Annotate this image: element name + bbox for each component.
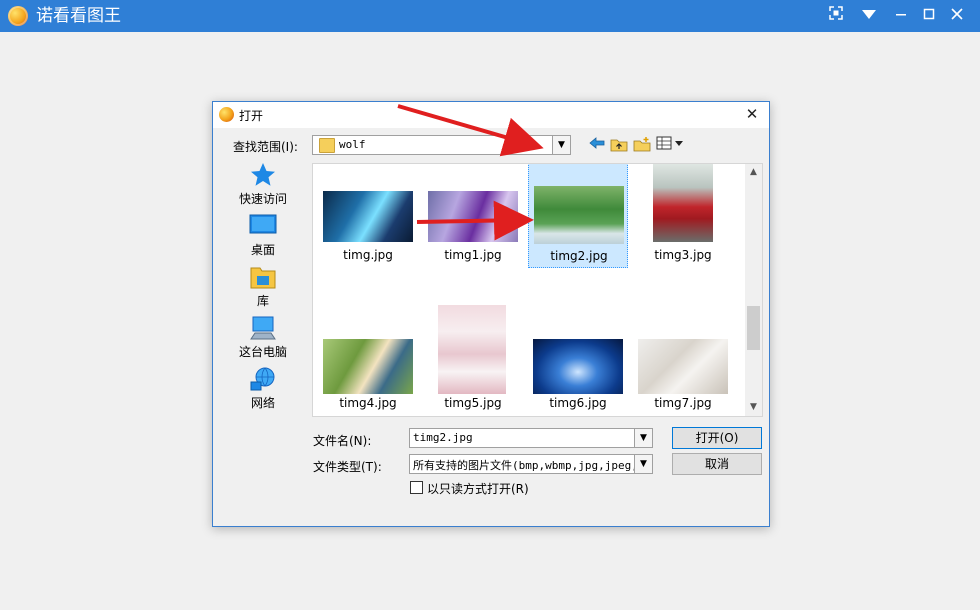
file-name: timg7.jpg	[654, 396, 712, 410]
open-file-dialog: 打开 ✕ 查找范围(I): wolf ▼ 快速访问 桌面 库 这台电脑 网络 t…	[212, 101, 770, 527]
place-label: 桌面	[250, 243, 275, 257]
chevron-down-icon[interactable]: ▼	[634, 455, 652, 473]
places-bar: 快速访问 桌面 库 这台电脑 网络	[227, 162, 299, 418]
place-libraries[interactable]: 库	[227, 264, 299, 312]
file-name: timg3.jpg	[654, 248, 712, 262]
image-thumbnail	[638, 339, 728, 394]
filename-label: 文件名(N):	[313, 434, 372, 448]
file-item-selected[interactable]: timg2.jpg	[528, 164, 628, 268]
readonly-checkbox[interactable]	[410, 481, 423, 494]
chevron-down-icon[interactable]: ▼	[634, 429, 652, 447]
lookin-label: 查找范围(I):	[233, 140, 298, 154]
desktop-icon	[249, 213, 277, 239]
place-this-pc[interactable]: 这台电脑	[227, 315, 299, 363]
back-icon[interactable]	[587, 136, 607, 154]
cancel-button[interactable]: 取消	[672, 453, 762, 475]
menu-dropdown-icon[interactable]	[858, 6, 880, 26]
image-thumbnail	[653, 164, 713, 242]
place-label: 这台电脑	[238, 345, 287, 359]
dialog-close-icon[interactable]: ✕	[743, 105, 761, 123]
filename-field[interactable]: timg2.jpg ▼	[409, 428, 653, 448]
file-item[interactable]: timg6.jpg	[528, 310, 628, 416]
place-label: 网络	[250, 396, 275, 410]
file-name: timg2.jpg	[550, 249, 608, 263]
new-folder-icon[interactable]	[632, 136, 652, 154]
image-thumbnail	[438, 305, 506, 394]
minimize-icon[interactable]	[890, 6, 912, 26]
dialog-titlebar: 打开 ✕	[213, 102, 769, 128]
lookin-dropdown[interactable]: wolf ▼	[312, 135, 571, 155]
app-titlebar: 诺看看图王	[0, 0, 980, 32]
file-item[interactable]: timg4.jpg	[318, 310, 418, 416]
fullscreen-icon[interactable]	[825, 6, 847, 26]
file-list-view[interactable]: timg.jpg timg1.jpg timg2.jpg timg3.jpg t…	[312, 163, 763, 417]
file-name: timg1.jpg	[444, 248, 502, 262]
place-label: 快速访问	[238, 192, 287, 206]
file-item[interactable]: timg1.jpg	[423, 164, 523, 268]
dialog-app-icon	[219, 107, 234, 122]
scroll-down-icon[interactable]: ▼	[745, 399, 762, 416]
maximize-icon[interactable]	[918, 6, 940, 26]
scroll-up-icon[interactable]: ▲	[745, 164, 762, 181]
file-item[interactable]: timg7.jpg	[633, 310, 733, 416]
image-thumbnail	[428, 191, 518, 242]
image-thumbnail	[323, 191, 413, 242]
file-name: timg4.jpg	[339, 396, 397, 410]
folder-icon	[319, 138, 335, 153]
place-network[interactable]: 网络	[227, 366, 299, 414]
image-thumbnail	[534, 186, 624, 244]
file-name: timg.jpg	[343, 248, 393, 262]
chevron-down-icon[interactable]: ▼	[552, 136, 570, 154]
image-thumbnail	[323, 339, 413, 394]
file-item[interactable]: timg3.jpg	[633, 164, 733, 268]
filename-value: timg2.jpg	[413, 431, 473, 444]
close-icon[interactable]	[946, 6, 968, 26]
app-title: 诺看看图王	[36, 6, 121, 26]
app-logo-icon	[8, 6, 28, 26]
network-globe-icon	[249, 366, 277, 392]
file-item[interactable]: timg5.jpg	[423, 305, 523, 416]
library-icon	[249, 264, 277, 290]
lookin-value: wolf	[339, 138, 366, 151]
place-label: 库	[256, 294, 269, 308]
image-thumbnail	[533, 339, 623, 394]
file-name: timg6.jpg	[549, 396, 607, 410]
up-folder-icon[interactable]	[609, 136, 629, 154]
view-menu-icon[interactable]	[656, 136, 686, 154]
vertical-scrollbar[interactable]: ▲ ▼	[745, 164, 762, 416]
star-icon	[249, 162, 277, 188]
filetype-value: 所有支持的图片文件(bmp,wbmp,jpg,jpeg,	[413, 459, 635, 472]
file-item[interactable]: timg.jpg	[318, 164, 418, 268]
readonly-label: 以只读方式打开(R)	[427, 482, 529, 496]
filetype-label: 文件类型(T):	[313, 460, 382, 474]
open-button[interactable]: 打开(O)	[672, 427, 762, 449]
file-name: timg5.jpg	[444, 396, 502, 410]
scroll-thumb[interactable]	[747, 306, 760, 350]
place-quick-access[interactable]: 快速访问	[227, 162, 299, 210]
computer-icon	[249, 315, 277, 341]
place-desktop[interactable]: 桌面	[227, 213, 299, 261]
dialog-title: 打开	[239, 109, 264, 123]
filetype-select[interactable]: 所有支持的图片文件(bmp,wbmp,jpg,jpeg, ▼	[409, 454, 653, 474]
